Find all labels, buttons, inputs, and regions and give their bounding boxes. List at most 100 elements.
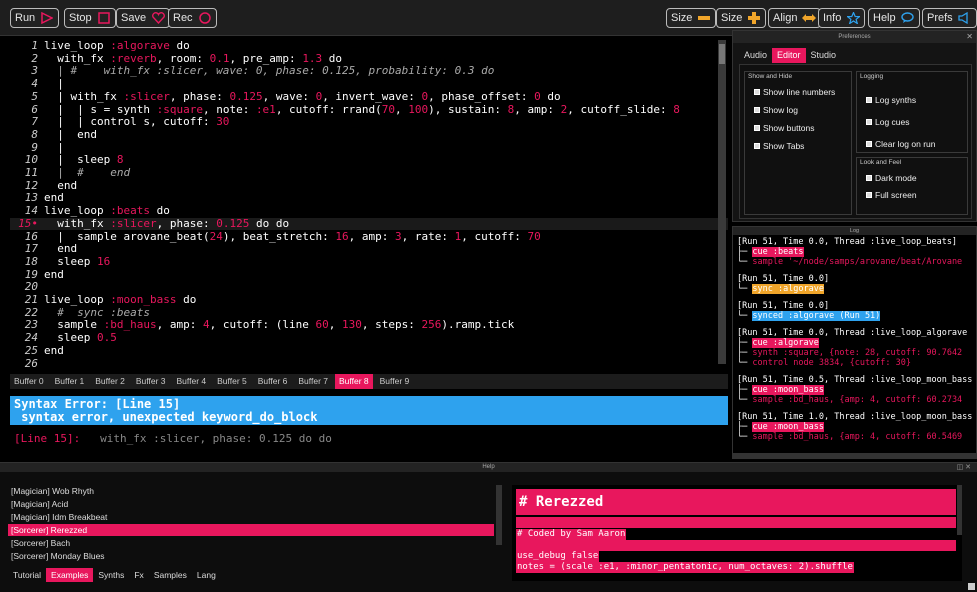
log-entry-header: [Run 51, Time 0.0, Thread :live_loop_bea… bbox=[737, 237, 958, 247]
code-token: :reverb bbox=[110, 51, 157, 65]
code-line: 22 # sync :beats bbox=[10, 306, 728, 319]
log-tree-branch: ├─ bbox=[737, 348, 753, 358]
buffer-tab-8[interactable]: Buffer 8 bbox=[335, 374, 373, 389]
code-editor[interactable]: 1 live_loop :algorave do 2 with_fx :reverb… bbox=[10, 36, 728, 372]
buffer-tab-3[interactable]: Buffer 3 bbox=[132, 374, 170, 389]
buffer-tab-2[interactable]: Buffer 2 bbox=[91, 374, 129, 389]
buffer-tab-9[interactable]: Buffer 9 bbox=[376, 374, 414, 389]
preferences-tab-audio[interactable]: Audio bbox=[739, 48, 772, 63]
help-tab-tutorial[interactable]: Tutorial bbox=[8, 568, 46, 582]
code-token: 70 bbox=[527, 229, 541, 243]
size-increase-button[interactable]: Size bbox=[716, 8, 767, 28]
size-decrease-button[interactable]: Size bbox=[666, 8, 717, 28]
rec-button[interactable]: Rec bbox=[168, 8, 217, 28]
align-button[interactable]: Align bbox=[768, 8, 822, 28]
checkbox-icon[interactable] bbox=[866, 175, 872, 181]
run-button[interactable]: Run bbox=[10, 8, 60, 28]
checkbox-option[interactable]: Show log bbox=[754, 105, 798, 115]
help-tab-samples[interactable]: Samples bbox=[149, 568, 192, 582]
example-item[interactable]: [Magician] Acid bbox=[8, 498, 494, 510]
code-token: , invert_wave: bbox=[322, 89, 422, 103]
checkbox-icon[interactable] bbox=[754, 89, 760, 95]
log-message: sync :algorave bbox=[752, 284, 825, 294]
checkbox-label: Log cues bbox=[875, 117, 910, 127]
editor-scrollbar-thumb[interactable] bbox=[719, 44, 725, 64]
checkbox-option[interactable]: Log synths bbox=[866, 95, 916, 105]
checkbox-option[interactable]: Show line numbers bbox=[754, 87, 835, 97]
help-tab-examples[interactable]: Examples bbox=[46, 568, 94, 582]
code-token: :slicer bbox=[110, 216, 157, 230]
info-button[interactable]: Info bbox=[818, 8, 866, 28]
checkbox-icon[interactable] bbox=[754, 107, 760, 113]
code-token: | | control s, cutoff: bbox=[44, 115, 217, 129]
checkbox-icon[interactable] bbox=[866, 119, 872, 125]
log-entry-header: [Run 51, Time 0.0, Thread :live_loop_alg… bbox=[737, 328, 968, 338]
code-token: 70 bbox=[381, 102, 396, 116]
code-token: , wave: bbox=[262, 89, 316, 103]
buffer-tab-0[interactable]: Buffer 0 bbox=[10, 374, 48, 389]
example-item[interactable]: [Sorcerer] Rerezzed bbox=[8, 524, 494, 536]
code-token: 30 bbox=[216, 115, 230, 129]
log-entry-row: └─ sample :bd_haus, {amp: 4, cutoff: 60.… bbox=[737, 395, 962, 405]
buffer-tab-5[interactable]: Buffer 5 bbox=[213, 374, 251, 389]
checkbox-icon[interactable] bbox=[866, 192, 872, 198]
code-token: , room: bbox=[156, 51, 210, 65]
log-entry-header: [Run 51, Time 0.0] bbox=[737, 274, 830, 284]
help-tab-synths[interactable]: Synths bbox=[93, 568, 129, 582]
log-entry-row: └─ sample :bd_haus, {amp: 4, cutoff: 60.… bbox=[737, 432, 962, 442]
line-number: 15• bbox=[18, 216, 38, 230]
example-item[interactable]: [Magician] Idm Breakbeat bbox=[8, 511, 494, 523]
buffer-tab-4[interactable]: Buffer 4 bbox=[173, 374, 211, 389]
code-text: sleep 16 bbox=[44, 255, 110, 268]
checkbox-icon[interactable] bbox=[754, 143, 760, 149]
doc-scrollbar[interactable] bbox=[957, 485, 962, 535]
code-token: | bbox=[44, 140, 64, 154]
log-tree-branch: ├─ bbox=[737, 385, 753, 395]
help-window-controls-icon[interactable]: ◫ ✕ bbox=[957, 463, 971, 471]
checkbox-option[interactable]: Log cues bbox=[866, 117, 910, 127]
heart-icon bbox=[151, 11, 165, 25]
close-icon[interactable]: ✕ bbox=[966, 32, 973, 41]
buffer-tabs: Buffer 0 Buffer 1 Buffer 2 Buffer 3 Buffer 4… bbox=[10, 374, 728, 389]
code-token: , pre_amp: bbox=[229, 51, 303, 65]
log-entry-row: └─ synced :algorave (Run 51) bbox=[737, 311, 881, 321]
size-plus-label: Size bbox=[721, 12, 743, 24]
log-scrollbar[interactable] bbox=[733, 453, 976, 458]
editor-scrollbar[interactable] bbox=[718, 40, 726, 364]
save-button[interactable]: Save bbox=[116, 8, 171, 28]
doc-heading: # Rerezzed bbox=[516, 489, 956, 515]
preferences-tab-studio[interactable]: Studio bbox=[806, 48, 842, 63]
checkbox-option[interactable]: Full screen bbox=[866, 190, 917, 200]
checkbox-option[interactable]: Clear log on run bbox=[866, 139, 935, 149]
code-token: end bbox=[44, 178, 78, 192]
log-entry-header: [Run 51, Time 0.0] bbox=[737, 301, 830, 311]
examples-scrollbar[interactable] bbox=[496, 485, 502, 545]
checkbox-option[interactable]: Dark mode bbox=[866, 173, 917, 183]
log-entry-row: └─ sample '~/node/samps/arovane/beat/Aro… bbox=[737, 257, 962, 267]
prefs-button[interactable]: Prefs bbox=[922, 8, 977, 28]
preferences-tab-editor[interactable]: Editor bbox=[772, 48, 806, 63]
help-button[interactable]: Help bbox=[868, 8, 920, 28]
help-tab-lang[interactable]: Lang bbox=[192, 568, 221, 582]
checkbox-option[interactable]: Show buttons bbox=[754, 123, 815, 133]
help-document: # Rerezzed # Coded by Sam Aaron use_debu… bbox=[512, 485, 962, 581]
stop-button[interactable]: Stop bbox=[64, 8, 116, 28]
buffer-tab-1[interactable]: Buffer 1 bbox=[51, 374, 89, 389]
checkbox-icon[interactable] bbox=[866, 141, 872, 147]
buffer-tab-6[interactable]: Buffer 6 bbox=[254, 374, 292, 389]
code-token: :bd_haus bbox=[103, 318, 157, 332]
buffer-tab-7[interactable]: Buffer 7 bbox=[294, 374, 332, 389]
code-token: live_loop bbox=[44, 39, 111, 52]
checkbox-option[interactable]: Show Tabs bbox=[754, 141, 804, 151]
resize-handle[interactable] bbox=[968, 583, 975, 590]
log-entry-row: ├─ cue :beats bbox=[737, 247, 804, 257]
log-entry-row: ├─ cue :algorave bbox=[737, 338, 819, 348]
log-message: sample :bd_haus, {amp: 4, cutoff: 60.546… bbox=[752, 432, 963, 442]
checkbox-icon[interactable] bbox=[866, 97, 872, 103]
example-item[interactable]: [Magician] Wob Rhyth bbox=[8, 485, 494, 497]
example-item[interactable]: [Sorcerer] Bach bbox=[8, 537, 494, 549]
example-item[interactable]: [Sorcerer] Monday Blues bbox=[8, 550, 494, 562]
help-tab-fx[interactable]: Fx bbox=[129, 568, 148, 582]
code-token: do bbox=[169, 39, 190, 52]
checkbox-icon[interactable] bbox=[754, 125, 760, 131]
